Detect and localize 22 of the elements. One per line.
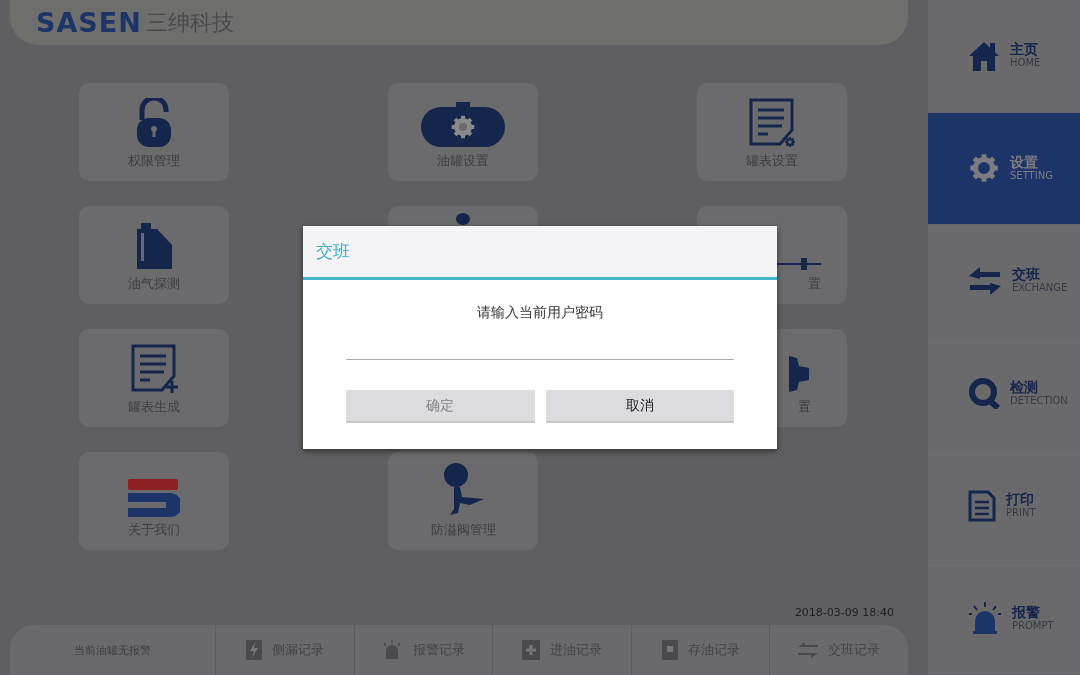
search-icon (968, 377, 1000, 410)
dialog-button[interactable]: 取消 (545, 390, 734, 423)
exchange-arrows-icon (968, 265, 1002, 296)
home-icon (968, 39, 1000, 72)
document-plus-icon (130, 344, 178, 394)
siren-icon (968, 601, 1002, 636)
lightning-icon (245, 640, 262, 660)
document-icon (968, 489, 996, 522)
logo-icon (128, 479, 180, 517)
logo-text: SASEN (36, 9, 142, 36)
probe-icon (777, 257, 821, 271)
plus-box-icon (522, 640, 540, 660)
tank-gear-icon (421, 102, 505, 148)
document-gear-icon (748, 98, 796, 148)
siren-icon (381, 640, 404, 660)
unlock-icon (136, 98, 172, 148)
sidebar-item[interactable]: 设置 SETTING (928, 112, 1080, 225)
password-prompt: 请输入当前用户密码 (477, 304, 603, 322)
timestamp: 2018-03-09 18:40 (794, 606, 895, 621)
exchange-arrows-icon (798, 642, 819, 658)
settings-icon (968, 152, 1000, 185)
dialog-title: 交班 (316, 240, 350, 263)
